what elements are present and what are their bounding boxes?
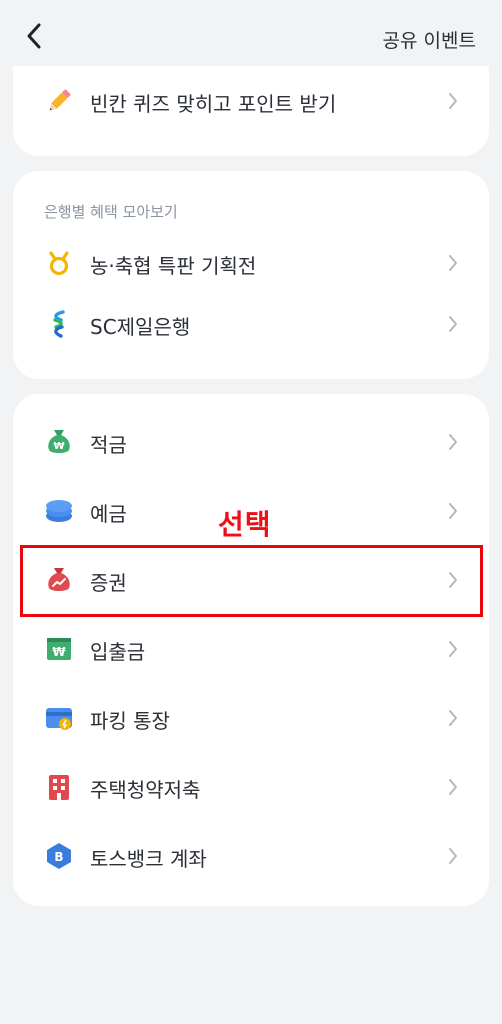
row-label: 농·축협 특판 기획전 — [90, 254, 257, 278]
chevron-left-icon — [27, 23, 41, 49]
won-bill-icon: ₩ — [45, 635, 73, 663]
row-label: 파킹 통장 — [90, 709, 170, 733]
top-bar: 공유 이벤트 — [0, 0, 502, 66]
row-label: 예금 — [90, 502, 127, 526]
svg-text:₩: ₩ — [53, 441, 64, 452]
account-item-securities[interactable]: 증권 — [13, 550, 489, 610]
sc-logo-icon — [45, 310, 73, 338]
account-item-parking[interactable]: 파킹 통장 — [13, 688, 489, 748]
bank-item-nh[interactable]: 농·축협 특판 기획전 — [13, 233, 489, 293]
back-button[interactable] — [18, 20, 50, 52]
account-types-card: ₩ 적금 예금 증권 ₩ 입출금 파킹 통장 주택청약저축 B 토스뱅크 계좌 — [13, 394, 489, 906]
building-icon — [45, 773, 73, 801]
bank-benefits-card: 은행별 혜택 모아보기 농·축협 특판 기획전 SC제일은행 — [13, 171, 489, 379]
svg-text:₩: ₩ — [52, 645, 66, 659]
selection-annotation: 선택 — [218, 508, 272, 541]
row-label: 빈칸 퀴즈 맞히고 포인트 받기 — [90, 92, 337, 116]
row-label: 입출금 — [90, 640, 146, 664]
section-title: 은행별 혜택 모아보기 — [44, 203, 178, 221]
stock-bag-icon — [45, 566, 73, 594]
row-label: 적금 — [90, 433, 127, 457]
account-item-housing-subscription[interactable]: 주택청약저축 — [13, 757, 489, 817]
svg-text:B: B — [54, 850, 63, 864]
account-item-checking[interactable]: ₩ 입출금 — [13, 619, 489, 679]
chevron-right-icon — [449, 779, 457, 795]
money-bag-won-icon: ₩ — [45, 428, 73, 456]
quiz-point-item[interactable]: 빈칸 퀴즈 맞히고 포인트 받기 — [13, 71, 489, 131]
bank-item-sc[interactable]: SC제일은행 — [13, 294, 489, 354]
share-event-button[interactable]: 공유 이벤트 — [383, 26, 476, 53]
chevron-right-icon — [449, 255, 457, 271]
chevron-right-icon — [449, 316, 457, 332]
pencil-icon — [45, 87, 73, 115]
row-label: 주택청약저축 — [90, 778, 201, 802]
chevron-right-icon — [449, 710, 457, 726]
chevron-right-icon — [449, 572, 457, 588]
row-label: SC제일은행 — [90, 315, 191, 339]
parking-account-icon — [45, 704, 73, 732]
chevron-right-icon — [449, 434, 457, 450]
account-item-toss-bank[interactable]: B 토스뱅크 계좌 — [13, 826, 489, 886]
nh-logo-icon — [45, 249, 73, 277]
row-label: 증권 — [90, 571, 127, 595]
chevron-right-icon — [449, 848, 457, 864]
coin-stack-icon — [45, 497, 73, 525]
account-item-savings[interactable]: ₩ 적금 — [13, 412, 489, 472]
chevron-right-icon — [449, 93, 457, 109]
row-label: 토스뱅크 계좌 — [90, 847, 207, 871]
chevron-right-icon — [449, 503, 457, 519]
toss-bank-icon: B — [45, 842, 73, 870]
chevron-right-icon — [449, 641, 457, 657]
